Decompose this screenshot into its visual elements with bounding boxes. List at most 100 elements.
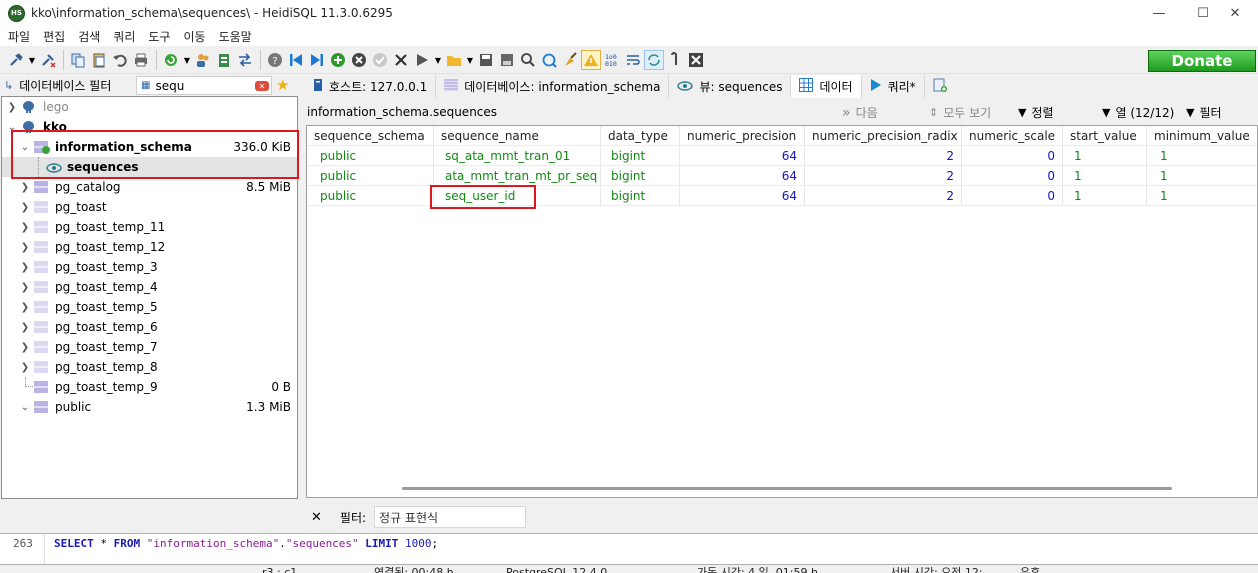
grid-cell[interactable]: 1	[1063, 146, 1147, 166]
column-header[interactable]: data_type	[601, 126, 680, 146]
refresh-icon[interactable]	[161, 50, 181, 70]
export-icon[interactable]	[214, 50, 234, 70]
tree-item-db-pg-toast-temp-7[interactable]: ❯ pg_toast_temp_7	[2, 337, 297, 357]
tree-item-db-pg-catalog[interactable]: ❯ pg_catalog 8.5 MiB	[2, 177, 297, 197]
menu-edit[interactable]: 편집	[43, 28, 65, 45]
delete-icon[interactable]	[391, 50, 411, 70]
replace-icon[interactable]	[539, 50, 559, 70]
grid-cell[interactable]: bigint	[601, 186, 680, 206]
grid-cell[interactable]: 0	[962, 166, 1063, 186]
grid-cell[interactable]: public	[307, 146, 434, 166]
grid-cell[interactable]: 2	[805, 166, 962, 186]
tab-new-query[interactable]	[925, 75, 955, 98]
menu-query[interactable]: 쿼리	[113, 28, 135, 45]
grid-cell[interactable]: public	[307, 166, 434, 186]
grid-cell[interactable]: 1	[1147, 146, 1257, 166]
binary-icon[interactable]: 1o0 010	[602, 50, 622, 70]
grid-cell[interactable]: 1	[1063, 166, 1147, 186]
stop-icon[interactable]	[665, 50, 685, 70]
user-manager-icon[interactable]	[193, 50, 213, 70]
copy-icon[interactable]	[68, 50, 88, 70]
tree-item-db-pg-toast-temp-5[interactable]: ❯ pg_toast_temp_5	[2, 297, 297, 317]
regex-filter-input[interactable]: 정규 표현식	[374, 506, 527, 528]
grid-cell[interactable]: 2	[805, 146, 962, 166]
warning-icon[interactable]	[581, 50, 601, 70]
chevron-right-icon[interactable]: ❯	[20, 222, 30, 233]
find-icon[interactable]	[518, 50, 538, 70]
help-icon[interactable]: ?	[265, 50, 285, 70]
chevron-right-icon[interactable]: ❯	[20, 202, 30, 213]
tab-database[interactable]: 데이터베이스: information_schema	[436, 75, 670, 98]
dropdown-icon[interactable]: ▼	[182, 50, 192, 70]
chevron-down-icon[interactable]: ⌄	[20, 402, 30, 413]
chevron-right-icon[interactable]: ❯	[20, 342, 30, 353]
grid-cell[interactable]: 64	[680, 166, 805, 186]
grid-cell[interactable]: ata_mmt_tran_mt_pr_seq	[434, 166, 601, 186]
chevron-right-icon[interactable]: ❯	[20, 322, 30, 333]
tree-item-db-pg-toast[interactable]: ❯ pg_toast	[2, 197, 297, 217]
post-row-icon[interactable]	[370, 50, 390, 70]
sort-button[interactable]: ▼ 정렬	[1018, 104, 1054, 121]
tree-item-db-pg-toast-temp-11[interactable]: ❯ pg_toast_temp_11	[2, 217, 297, 237]
close-button[interactable]: ✕	[1212, 0, 1258, 26]
tree-item-db-pg-toast-temp-3[interactable]: ❯ pg_toast_temp_3	[2, 257, 297, 277]
grid-cell[interactable]: 64	[680, 146, 805, 166]
menu-tools[interactable]: 도구	[148, 28, 170, 45]
grid-cell[interactable]: bigint	[601, 166, 680, 186]
menu-file[interactable]: 파일	[8, 28, 30, 45]
database-tree[interactable]: ❯ lego ⌄ kko ⌄ information_schema 336.0 …	[1, 96, 299, 499]
column-header[interactable]: minimum_value	[1147, 126, 1257, 146]
cancel-row-icon[interactable]	[349, 50, 369, 70]
column-header[interactable]: numeric_precision	[680, 126, 805, 146]
grid-cell[interactable]: 64	[680, 186, 805, 206]
chevron-right-icon[interactable]: ❯	[20, 362, 30, 373]
next-rows-button[interactable]: » 다음	[842, 104, 878, 121]
tree-item-db-pg-toast-temp-6[interactable]: ❯ pg_toast_temp_6	[2, 317, 297, 337]
grid-cell[interactable]: bigint	[601, 146, 680, 166]
last-record-icon[interactable]	[307, 50, 327, 70]
tree-item-db-public[interactable]: ⌄ public 1.3 MiB	[2, 397, 297, 417]
close-query-icon[interactable]	[686, 50, 706, 70]
grid-cell[interactable]: 0	[962, 186, 1063, 206]
table-filter-input[interactable]: ▦ sequ ✕	[136, 76, 272, 95]
tab-host[interactable]: 호스트: 127.0.0.1	[305, 75, 437, 98]
connect-icon[interactable]	[6, 50, 26, 70]
grid-cell[interactable]: 1	[1147, 166, 1257, 186]
chevron-right-icon[interactable]: ❯	[20, 282, 30, 293]
tree-item-db-pg-toast-temp-4[interactable]: ❯ pg_toast_temp_4	[2, 277, 297, 297]
dropdown-icon[interactable]: ▼	[465, 50, 475, 70]
chevron-right-icon[interactable]: ❯	[20, 182, 30, 193]
tree-item-db-pg-toast-temp-12[interactable]: ❯ pg_toast_temp_12	[2, 237, 297, 257]
close-filter-icon[interactable]: ✕	[311, 510, 322, 525]
chevron-right-icon[interactable]: ❯	[20, 302, 30, 313]
undo-icon[interactable]	[110, 50, 130, 70]
open-file-icon[interactable]	[444, 50, 464, 70]
clear-filter-icon[interactable]: ✕	[255, 81, 269, 91]
column-header[interactable]: numeric_scale	[962, 126, 1063, 146]
show-all-button[interactable]: ⇕ 모두 보기	[929, 104, 991, 121]
grid-cell[interactable]: public	[307, 186, 434, 206]
column-header[interactable]: sequence_name	[434, 126, 601, 146]
save-icon[interactable]	[476, 50, 496, 70]
chevron-right-icon[interactable]: ❯	[20, 262, 30, 273]
grid-cell[interactable]: 0	[962, 146, 1063, 166]
tab-query[interactable]: 쿼리*	[862, 75, 925, 98]
tree-item-db-pg-toast-temp-8[interactable]: ❯ pg_toast_temp_8	[2, 357, 297, 377]
minimize-button[interactable]: —	[1136, 0, 1182, 26]
data-grid[interactable]: sequence_schema sequence_name data_type …	[306, 125, 1258, 498]
chevron-right-icon[interactable]: ❯	[20, 242, 30, 253]
print-icon[interactable]	[131, 50, 151, 70]
clear-icon[interactable]	[560, 50, 580, 70]
favorites-star-icon[interactable]: ★	[276, 76, 289, 94]
dropdown-icon[interactable]: ▼	[433, 50, 443, 70]
column-header[interactable]: numeric_precision_radix	[805, 126, 962, 146]
column-header[interactable]: sequence_schema	[307, 126, 434, 146]
grid-cell[interactable]: 1	[1147, 186, 1257, 206]
paste-icon[interactable]	[89, 50, 109, 70]
columns-button[interactable]: ▼ 열 (12/12)	[1102, 104, 1174, 121]
grid-cell[interactable]: sq_ata_mmt_tran_01	[434, 146, 601, 166]
tree-item-db-pg-toast-temp-9[interactable]: pg_toast_temp_9 0 B	[2, 377, 297, 397]
chevron-right-icon[interactable]: ❯	[7, 102, 17, 113]
disconnect-icon[interactable]	[38, 50, 58, 70]
tree-item-server-lego[interactable]: ❯ lego	[2, 97, 297, 117]
